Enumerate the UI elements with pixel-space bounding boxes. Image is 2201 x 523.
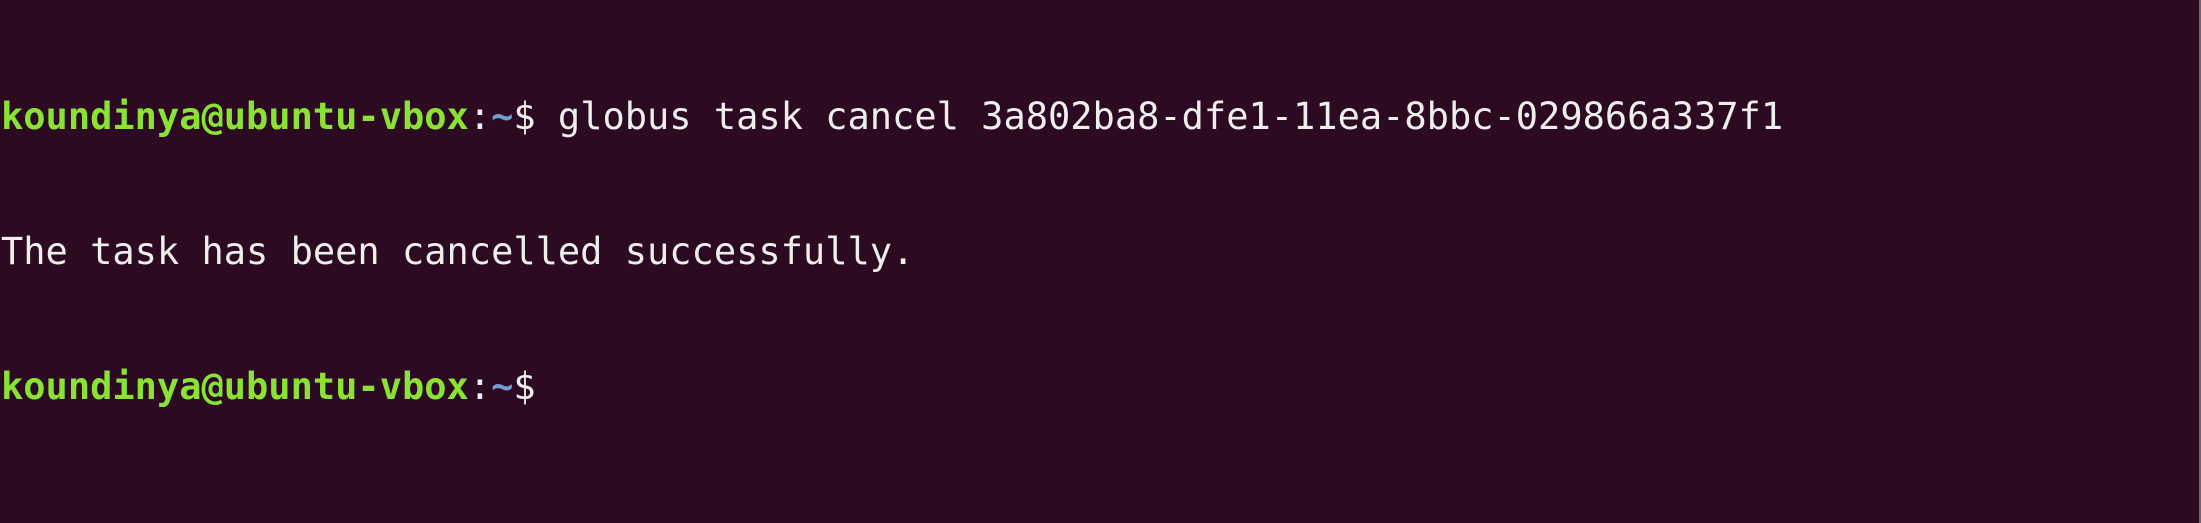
prompt-line-1: koundinya@ubuntu-vbox:~$ globus task can… bbox=[0, 94, 2201, 139]
output-line: The task has been cancelled successfully… bbox=[0, 229, 2201, 274]
prompt-line-2[interactable]: koundinya@ubuntu-vbox:~$ bbox=[0, 364, 2201, 409]
prompt-symbol: $ bbox=[513, 95, 558, 138]
current-path: ~ bbox=[491, 95, 514, 138]
terminal-window[interactable]: koundinya@ubuntu-vbox:~$ globus task can… bbox=[0, 0, 2201, 523]
prompt-separator: : bbox=[468, 365, 492, 408]
prompt-symbol: $ bbox=[513, 365, 558, 408]
command-text: globus task cancel 3a802ba8-dfe1-11ea-8b… bbox=[557, 95, 1784, 138]
user-host: koundinya@ubuntu-vbox bbox=[1, 365, 469, 408]
current-path: ~ bbox=[491, 365, 514, 408]
prompt-separator: : bbox=[468, 95, 492, 138]
command-output: The task has been cancelled successfully… bbox=[1, 230, 915, 273]
user-host: koundinya@ubuntu-vbox bbox=[1, 95, 469, 138]
